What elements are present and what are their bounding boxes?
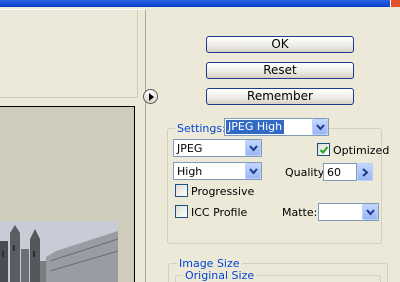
- chevron-down-icon[interactable]: [245, 163, 261, 179]
- preview-menu-button[interactable]: [143, 89, 158, 104]
- checkmark-icon: [319, 146, 329, 154]
- settings-preset-value: JPEG High: [226, 120, 285, 134]
- quality-input[interactable]: 60: [323, 163, 357, 181]
- ok-button[interactable]: OK: [206, 36, 354, 53]
- settings-preset-select[interactable]: JPEG High: [224, 118, 329, 136]
- chevron-down-icon[interactable]: [245, 140, 261, 156]
- quality-value: 60: [327, 166, 341, 179]
- original-size-legend: Original Size: [183, 269, 257, 282]
- compression-quality-select[interactable]: High: [173, 162, 262, 180]
- remember-button[interactable]: Remember: [206, 88, 354, 105]
- preview-image: [0, 221, 118, 282]
- quality-label: Quality:: [285, 166, 328, 179]
- matte-label: Matte:: [282, 206, 318, 219]
- progressive-label: Progressive: [191, 185, 255, 198]
- icc-profile-checkbox[interactable]: [175, 205, 188, 218]
- chevron-right-icon: [362, 168, 369, 177]
- optimized-checkbox[interactable]: [317, 143, 330, 156]
- matte-select[interactable]: [318, 203, 379, 221]
- optimized-label: Optimized: [333, 144, 390, 157]
- chevron-down-icon[interactable]: [362, 204, 378, 220]
- reset-button[interactable]: Reset: [206, 62, 354, 79]
- file-format-select[interactable]: JPEG: [173, 139, 262, 157]
- file-format-value: JPEG: [177, 142, 203, 155]
- icc-profile-label: ICC Profile: [191, 206, 248, 219]
- settings-legend: Settings:: [175, 122, 228, 135]
- close-icon[interactable]: [390, 0, 400, 7]
- window-titlebar: [0, 0, 400, 7]
- original-preview-pane: [0, 10, 138, 98]
- quality-slider-button[interactable]: [357, 163, 373, 181]
- progressive-checkbox[interactable]: [175, 184, 188, 197]
- compression-quality-value: High: [177, 165, 203, 178]
- play-arrow-icon: [149, 93, 154, 101]
- chevron-down-icon[interactable]: [312, 119, 328, 135]
